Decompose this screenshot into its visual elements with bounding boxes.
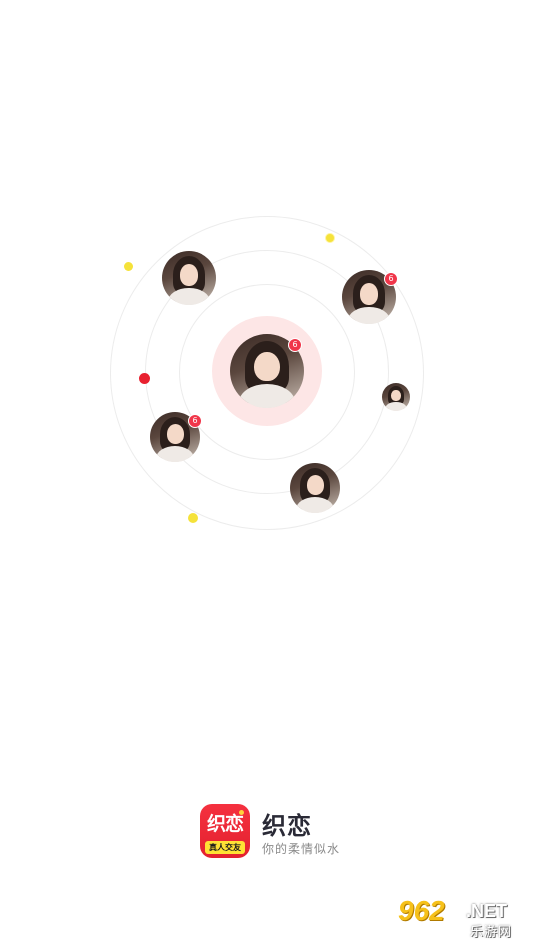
orbit-area: 6 6 6 [0, 0, 534, 600]
orbit-avatar[interactable] [382, 383, 410, 411]
decor-dot-yellow [325, 233, 335, 243]
decor-dot-yellow [188, 513, 198, 523]
notification-badge: 6 [288, 338, 302, 352]
decor-dot-red [139, 373, 150, 384]
orbit-avatar[interactable]: 6 [150, 412, 202, 462]
watermark-number: 962 [398, 895, 445, 926]
brand-block: 织恋 真人交友 织恋 你的柔情似水 [200, 804, 440, 860]
center-avatar[interactable]: 6 [230, 334, 304, 408]
orbit-avatar[interactable] [162, 251, 216, 305]
avatar-photo [290, 463, 340, 513]
watermark-suffix: .NET [466, 901, 508, 921]
app-logo: 织恋 真人交友 [200, 804, 250, 858]
decor-dot-yellow [124, 262, 133, 271]
logo-tagline: 真人交友 [205, 841, 245, 854]
site-watermark: 962 .NET 乐游网 [394, 895, 526, 941]
logo-text: 织恋 [206, 813, 244, 835]
orbit-avatar[interactable] [290, 463, 340, 513]
avatar-photo [162, 251, 216, 305]
app-name: 织恋 [262, 812, 312, 840]
watermark-cn: 乐游网 [470, 925, 513, 940]
orbit-avatar[interactable]: 6 [342, 270, 398, 324]
avatar-photo [382, 383, 410, 411]
notification-badge: 6 [384, 272, 398, 286]
app-slogan: 你的柔情似水 [262, 842, 341, 856]
notification-badge: 6 [188, 414, 202, 428]
